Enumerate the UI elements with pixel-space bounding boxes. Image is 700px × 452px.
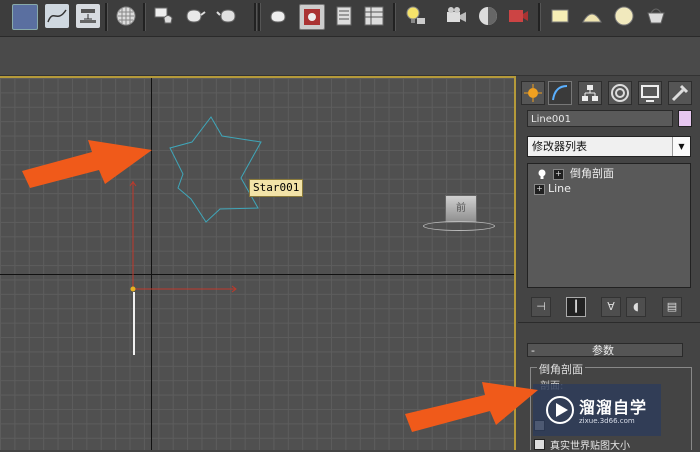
object-color-swatch[interactable] bbox=[678, 110, 692, 127]
modify-tab-icon[interactable] bbox=[548, 81, 572, 105]
schematic-view-icon[interactable] bbox=[76, 4, 100, 28]
sphere-icon[interactable] bbox=[612, 4, 636, 28]
render-frame-window-icon[interactable] bbox=[299, 4, 325, 30]
hierarchy-tab-icon[interactable] bbox=[578, 81, 602, 105]
space-warp-icon[interactable] bbox=[506, 4, 530, 28]
toolbar-separator bbox=[143, 3, 146, 31]
utilities-tab-icon[interactable] bbox=[668, 81, 692, 105]
object-name-field[interactable]: Line001 bbox=[527, 110, 673, 127]
render-setup-icon[interactable] bbox=[152, 4, 176, 28]
layer-manager-icon[interactable] bbox=[332, 4, 356, 28]
rollout-title: 参数 bbox=[592, 344, 614, 357]
viewcube-icon[interactable]: 前 bbox=[445, 195, 477, 223]
teapot-icon[interactable] bbox=[182, 4, 206, 28]
light-icon[interactable] bbox=[403, 4, 427, 28]
viewcube-compass-ring[interactable] bbox=[423, 221, 495, 231]
toolbar-separator bbox=[258, 3, 261, 31]
basket-icon[interactable] bbox=[644, 4, 668, 28]
helper-icon[interactable] bbox=[476, 4, 500, 28]
orange-arrow-left bbox=[22, 140, 152, 188]
modifier-list-label: 修改器列表 bbox=[532, 140, 587, 153]
orange-arrow-panel bbox=[405, 382, 538, 432]
toolbar-separator bbox=[254, 3, 257, 31]
render-icon[interactable] bbox=[216, 4, 240, 28]
make-unique-icon[interactable]: ∀ bbox=[601, 297, 621, 317]
star-shape bbox=[169, 116, 262, 223]
dome-icon[interactable] bbox=[580, 4, 604, 28]
stack-item-label: Line bbox=[548, 182, 571, 195]
stack-item-label: 倒角剖面 bbox=[570, 167, 614, 180]
watermark-url: zixue.3d66.com bbox=[579, 417, 635, 425]
motion-tab-icon[interactable] bbox=[608, 81, 632, 105]
expand-plus-icon[interactable]: + bbox=[553, 168, 564, 180]
chevron-down-icon[interactable]: ▼ bbox=[672, 137, 690, 156]
expand-plus-icon[interactable]: + bbox=[534, 183, 545, 195]
pin-stack-icon[interactable]: ⊣ bbox=[531, 297, 551, 317]
modifier-list-dropdown[interactable]: 修改器列表 ▼ bbox=[527, 136, 691, 157]
toolbar-separator bbox=[393, 3, 396, 31]
panel-divider bbox=[518, 322, 700, 323]
lightbulb-icon[interactable] bbox=[537, 169, 547, 179]
rollout-collapse-icon: - bbox=[531, 344, 535, 357]
box-icon[interactable] bbox=[548, 4, 572, 28]
modifier-stack[interactable]: + 倒角剖面 + Line bbox=[527, 163, 691, 288]
select-filter-icon[interactable] bbox=[12, 4, 38, 30]
stack-item-line[interactable]: + Line bbox=[534, 182, 571, 196]
toolbar-separator bbox=[538, 3, 541, 31]
watermark-play-logo-icon bbox=[546, 396, 574, 424]
object-tooltip-label: Star001 bbox=[249, 179, 304, 197]
create-tab-icon[interactable] bbox=[521, 81, 545, 105]
display-tab-icon[interactable] bbox=[638, 81, 662, 105]
configure-modifier-sets-icon[interactable]: ▤ bbox=[662, 297, 682, 317]
show-end-result-icon[interactable]: ┃ bbox=[566, 297, 586, 317]
rendered-frame-icon[interactable] bbox=[266, 4, 290, 28]
remove-modifier-icon[interactable]: ◖ bbox=[626, 297, 646, 317]
stack-item-bevel-profile[interactable]: + 倒角剖面 bbox=[537, 167, 614, 181]
camera-icon[interactable] bbox=[444, 4, 468, 28]
real-world-map-size-checkbox[interactable] bbox=[534, 439, 545, 450]
material-editor-icon[interactable] bbox=[114, 4, 138, 28]
ribbon-strip bbox=[0, 37, 700, 76]
curve-editor-icon[interactable] bbox=[45, 4, 69, 28]
toolbar-separator bbox=[105, 3, 108, 31]
watermark-text: 溜溜自学 bbox=[579, 398, 648, 417]
parameters-rollout-header[interactable]: - 参数 bbox=[527, 343, 683, 357]
line-shape-red bbox=[132, 181, 236, 290]
scene-explorer-icon[interactable] bbox=[362, 4, 386, 28]
group-label: 倒角剖面 bbox=[537, 361, 585, 377]
pivot-point bbox=[130, 286, 136, 292]
main-toolbar bbox=[0, 0, 700, 37]
